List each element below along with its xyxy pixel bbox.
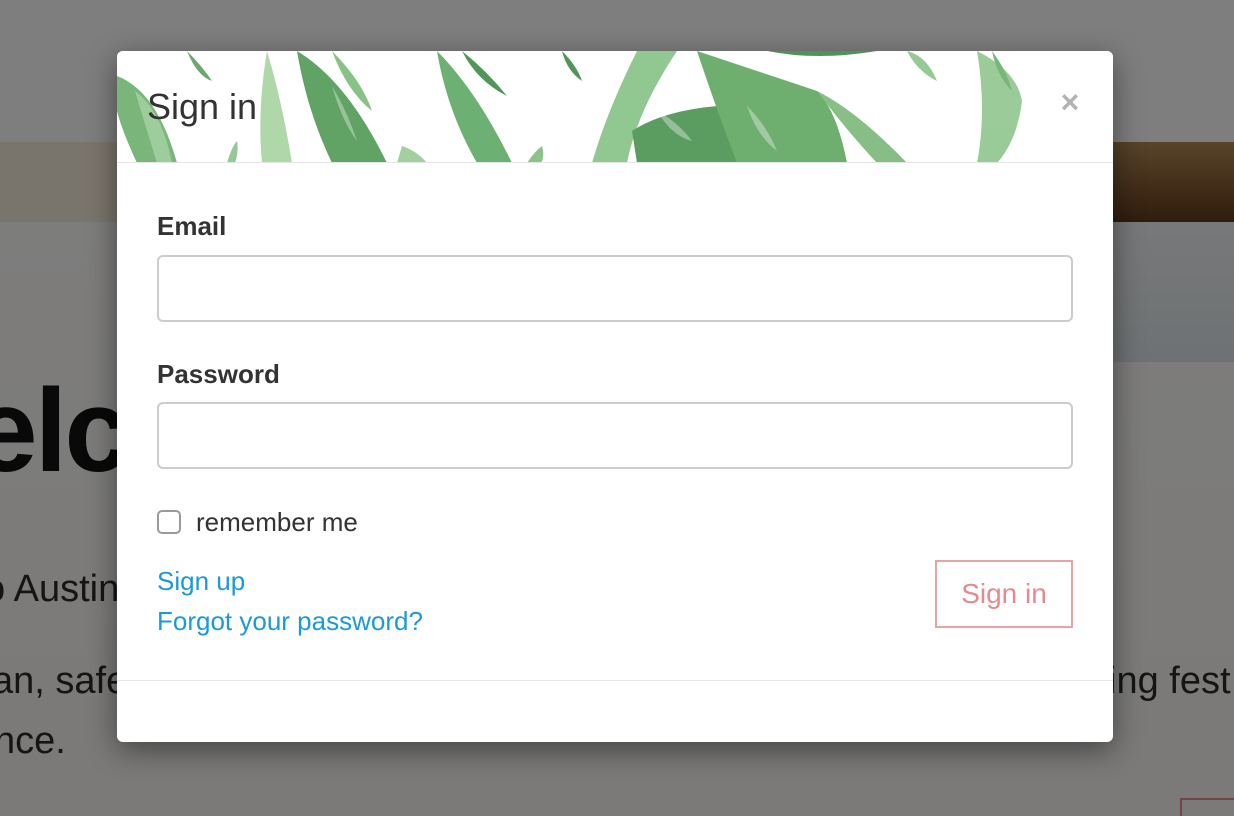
modal-title: Sign in xyxy=(147,86,258,127)
email-label: Email xyxy=(157,211,227,241)
remember-me-checkbox[interactable] xyxy=(157,510,181,534)
close-icon[interactable]: × xyxy=(1055,86,1085,118)
forgot-password-link[interactable]: Forgot your password? xyxy=(157,608,423,634)
sign-in-button[interactable]: Sign in xyxy=(935,560,1073,628)
leaf-pattern-banner xyxy=(117,51,1022,162)
remember-me-row[interactable]: remember me xyxy=(157,507,358,538)
sign-up-link[interactable]: Sign up xyxy=(157,568,245,594)
modal-footer xyxy=(117,680,1113,742)
password-label: Password xyxy=(157,359,280,389)
sign-in-form: Email Password remember me Sign up Forgo… xyxy=(117,163,1113,680)
modal-header: Sign in × xyxy=(117,51,1113,163)
email-field[interactable] xyxy=(157,255,1073,322)
password-field[interactable] xyxy=(157,402,1073,469)
sign-in-modal: Sign in × Email Password remember me Sig… xyxy=(117,51,1113,742)
remember-me-label[interactable]: remember me xyxy=(196,507,358,538)
